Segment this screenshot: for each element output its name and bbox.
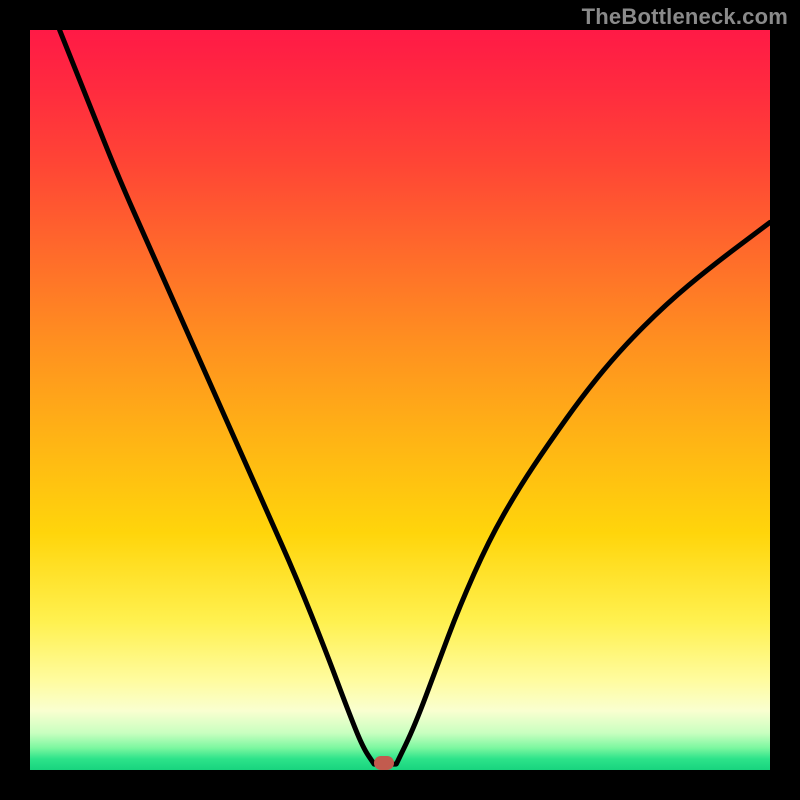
curve-svg — [30, 30, 770, 770]
minimum-marker — [374, 756, 394, 770]
chart-frame: TheBottleneck.com — [0, 0, 800, 800]
plot-area — [30, 30, 770, 770]
watermark-text: TheBottleneck.com — [582, 4, 788, 30]
bottleneck-curve — [60, 30, 770, 764]
